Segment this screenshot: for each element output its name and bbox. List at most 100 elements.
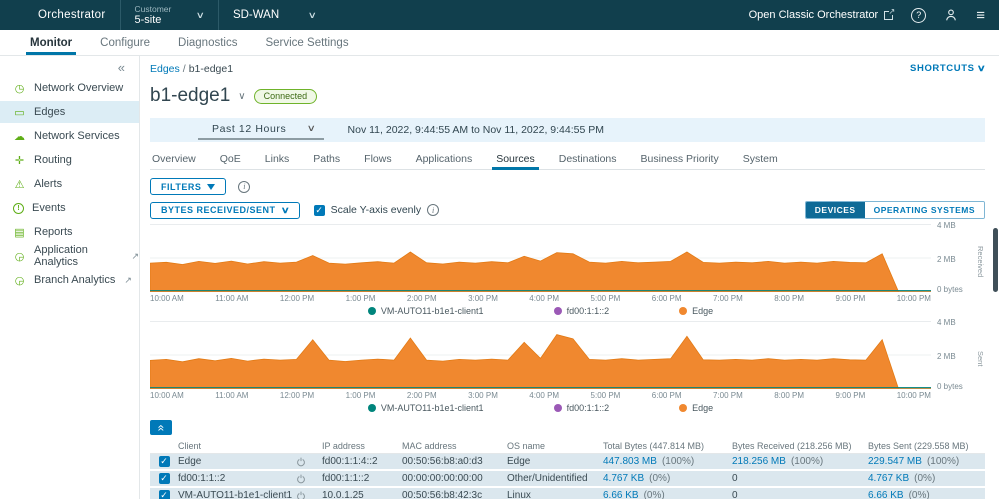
- legend-item-vm-auto11-b1e1-client1[interactable]: VM-AUTO11-b1e1-client1: [368, 403, 484, 413]
- time-range-bar: Past 12 Hours ∨ Nov 11, 2022, 9:44:55 AM…: [150, 118, 985, 142]
- sidebar-item-alerts[interactable]: ⚠Alerts: [0, 173, 139, 195]
- total-bytes-value[interactable]: 447.803 MB: [603, 456, 657, 467]
- nav-tab-monitor[interactable]: Monitor: [16, 30, 86, 55]
- client-name: VM-AUTO11-b1e1-client1: [178, 490, 296, 499]
- row-checkbox[interactable]: ✓: [159, 490, 170, 499]
- x-tick: 4:00 PM: [529, 391, 559, 400]
- sidebar-item-network-services[interactable]: ☁Network Services: [0, 125, 139, 147]
- sent-chart-plot[interactable]: [150, 321, 931, 389]
- chevron-down-icon[interactable]: ∨: [238, 91, 245, 102]
- sidebar-item-label: Application Analytics: [34, 244, 122, 268]
- metric-dropdown[interactable]: BYTES RECEIVED/SENT ∨: [150, 202, 300, 219]
- customer-value: 5-site: [135, 14, 172, 26]
- sidebar-item-network-overview[interactable]: ◷ Network Overview: [0, 77, 139, 99]
- received-chart-plot[interactable]: [150, 224, 931, 292]
- info-icon[interactable]: i: [238, 181, 250, 193]
- sidebar-collapse-icon[interactable]: «: [0, 56, 139, 77]
- legend-item-edge[interactable]: Edge: [679, 403, 713, 413]
- filters-button[interactable]: FILTERS: [150, 178, 226, 195]
- legend-item-fd00-1-1-2[interactable]: fd00:1:1::2: [554, 403, 610, 413]
- total-bytes: 6.66 KB(0%): [603, 490, 732, 499]
- tab-applications[interactable]: Applications: [404, 149, 485, 169]
- row-checkbox[interactable]: ✓: [159, 456, 170, 467]
- tab-destinations[interactable]: Destinations: [547, 149, 629, 169]
- bytes-received-value: 0: [732, 490, 738, 499]
- legend-item-edge[interactable]: Edge: [679, 306, 713, 316]
- bytes-sent-value[interactable]: 4.767 KB: [868, 473, 909, 484]
- nav-tab-diagnostics[interactable]: Diagnostics: [164, 30, 251, 55]
- x-tick: 11:00 AM: [215, 294, 248, 303]
- tab-business-priority[interactable]: Business Priority: [629, 149, 731, 169]
- sidebar-item-label: Network Overview: [34, 82, 123, 94]
- connection-status-icon: [296, 457, 322, 467]
- bytes-sent: 4.767 KB(0%): [868, 473, 985, 484]
- network-overview-icon: ◷: [13, 82, 26, 95]
- column-header: Bytes Received (218.256 MB): [732, 441, 868, 451]
- legend-dot-icon: [368, 307, 376, 315]
- sent-legend: VM-AUTO11-b1e1-client1 fd00:1:1::2 Edge: [150, 403, 985, 413]
- menu-icon[interactable]: ≡: [976, 7, 985, 24]
- x-tick: 10:00 AM: [150, 391, 184, 400]
- ip-address: fd00:1:1::2: [322, 473, 402, 484]
- tab-flows[interactable]: Flows: [352, 149, 403, 169]
- legend-label: fd00:1:1::2: [567, 403, 610, 413]
- client-name: fd00:1:1::2: [178, 473, 296, 484]
- legend-dot-icon: [554, 307, 562, 315]
- sidebar-item-routing[interactable]: ✛Routing: [0, 149, 139, 171]
- nav-tab-service-settings[interactable]: Service Settings: [251, 30, 362, 55]
- x-tick: 9:00 PM: [835, 391, 865, 400]
- page-tabs: OverviewQoELinksPathsFlowsApplicationsSo…: [150, 149, 985, 170]
- tab-qoe[interactable]: QoE: [208, 149, 253, 169]
- tab-overview[interactable]: Overview: [150, 149, 208, 169]
- customer-selector[interactable]: Customer 5-site ∨: [135, 4, 204, 26]
- table-row: ✓VM-AUTO11-b1e1-client110.0.1.2500:50:56…: [150, 488, 985, 499]
- tab-paths[interactable]: Paths: [301, 149, 352, 169]
- legend-item-vm-auto11-b1e1-client1[interactable]: VM-AUTO11-b1e1-client1: [368, 306, 484, 316]
- nav-tab-configure[interactable]: Configure: [86, 30, 164, 55]
- info-icon[interactable]: i: [427, 204, 439, 216]
- sidebar-item-application-analytics[interactable]: ◶Application Analytics↗: [0, 245, 139, 267]
- sidebar-item-edges[interactable]: ▭Edges: [0, 101, 139, 123]
- sidebar-item-reports[interactable]: ▤Reports: [0, 221, 139, 243]
- total-bytes-value[interactable]: 4.767 KB: [603, 473, 644, 484]
- bytes-sent-value[interactable]: 6.66 KB: [868, 490, 904, 499]
- time-range-value: Past 12 Hours: [212, 123, 286, 135]
- column-header: MAC address: [402, 441, 507, 451]
- legend-item-fd00-1-1-2[interactable]: fd00:1:1::2: [554, 306, 610, 316]
- external-link-icon: ↗: [884, 11, 893, 20]
- vertical-scrollbar[interactable]: [993, 228, 998, 292]
- tab-sources[interactable]: Sources: [484, 149, 547, 169]
- devices-toggle-button[interactable]: DEVICES: [806, 202, 865, 218]
- os-name: Other/Unidentified: [507, 473, 603, 484]
- operating-systems-toggle-button[interactable]: OPERATING SYSTEMS: [865, 202, 984, 218]
- x-tick: 3:00 PM: [468, 391, 498, 400]
- table-collapse-button[interactable]: «: [150, 420, 172, 435]
- user-icon[interactable]: [944, 8, 958, 22]
- x-tick: 3:00 PM: [468, 294, 498, 303]
- tab-links[interactable]: Links: [253, 149, 302, 169]
- x-tick: 1:00 PM: [346, 391, 376, 400]
- scale-yaxis-checkbox[interactable]: ✓: [314, 205, 325, 216]
- received-axis-label: Received: [973, 224, 985, 292]
- total-bytes-value[interactable]: 6.66 KB: [603, 490, 639, 499]
- sidebar-items: ◷ Network Overview ▭Edges☁Network Services…: [0, 77, 139, 291]
- time-range-select[interactable]: Past 12 Hours ∨: [198, 121, 324, 140]
- x-tick: 10:00 PM: [897, 391, 931, 400]
- tab-system[interactable]: System: [731, 149, 790, 169]
- bytes-received-value[interactable]: 218.256 MB: [732, 456, 786, 467]
- y-tick: 0 bytes: [937, 382, 963, 391]
- help-icon[interactable]: ?: [911, 8, 926, 23]
- received-x-axis: 10:00 AM11:00 AM12:00 PM1:00 PM2:00 PM3:…: [150, 294, 985, 303]
- x-tick: 1:00 PM: [346, 294, 376, 303]
- sidebar-item-branch-analytics[interactable]: ◶Branch Analytics↗: [0, 269, 139, 291]
- breadcrumb-edges-link[interactable]: Edges: [150, 63, 180, 75]
- bytes-sent-value[interactable]: 229.547 MB: [868, 456, 922, 467]
- sidebar-item-label: Routing: [34, 154, 72, 166]
- open-classic-orchestrator-link[interactable]: Open Classic Orchestrator ↗: [749, 9, 894, 21]
- row-checkbox[interactable]: ✓: [159, 473, 170, 484]
- service-selector[interactable]: SD-WAN ∨: [233, 9, 316, 21]
- sidebar-item-events[interactable]: !Events: [0, 197, 139, 219]
- time-span-text: Nov 11, 2022, 9:44:55 AM to Nov 11, 2022…: [348, 124, 604, 136]
- legend-dot-icon: [679, 404, 687, 412]
- shortcuts-button[interactable]: SHORTCUTS ∨: [910, 63, 985, 74]
